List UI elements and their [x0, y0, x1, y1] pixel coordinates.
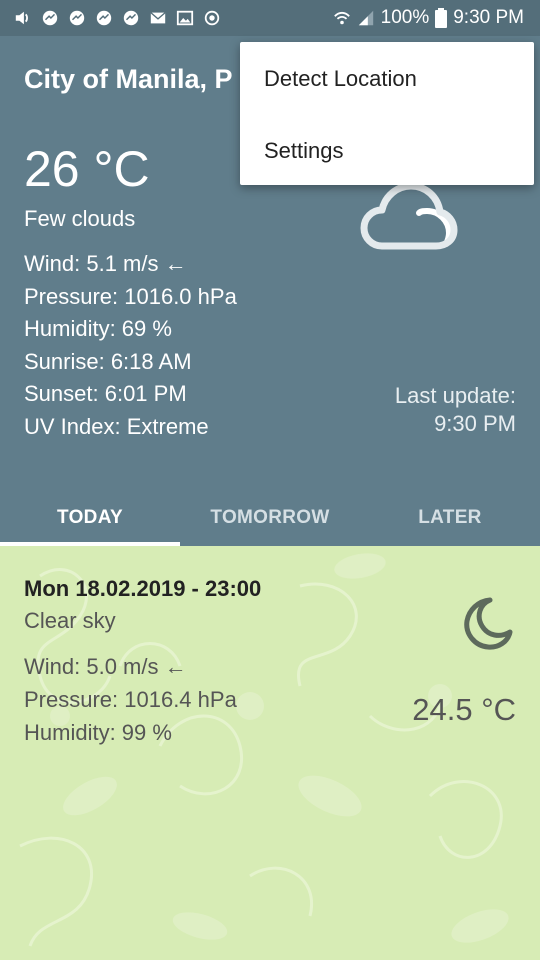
moon-icon [464, 597, 513, 650]
menu-item-detect-location[interactable]: Detect Location [264, 66, 417, 92]
forecast-wind: Wind: 5.0 m/s ← [24, 654, 187, 679]
forecast-description: Clear sky [24, 608, 116, 633]
tab-tomorrow[interactable]: TOMORROW [180, 489, 360, 546]
forecast-details: Wind: 5.0 m/s ← Pressure: 1016.4 hPa Hum… [24, 650, 237, 749]
menu-item-settings[interactable]: Settings [264, 138, 344, 164]
weather-description: Few clouds [24, 206, 136, 231]
forecast-humidity: Humidity: 99 % [24, 720, 172, 745]
city-name[interactable]: City of Manila, P [24, 64, 233, 95]
messenger-icon [69, 10, 85, 26]
signal-icon [358, 10, 373, 26]
mail-icon [150, 12, 166, 24]
wifi-icon [333, 11, 350, 25]
image-icon [176, 10, 194, 26]
sunrise-info: Sunrise: 6:18 AM [24, 348, 192, 374]
clock: 9:30 PM [453, 7, 524, 28]
forecast-pressure: Pressure: 1016.4 hPa [24, 687, 237, 712]
messenger-icon [42, 10, 58, 26]
messenger-icon [96, 10, 112, 26]
status-bar: 100% 9:30 PM [0, 0, 540, 36]
cloud-icon [360, 182, 458, 250]
forecast-date: Mon 18.02.2019 - 23:00 [24, 576, 262, 601]
sunset-info: Sunset: 6:01 PM [24, 381, 187, 406]
volume-icon [15, 11, 28, 25]
pressure-info: Pressure: 1016.0 hPa [24, 283, 237, 309]
sync-icon [204, 10, 220, 26]
overflow-menu: Detect Location Settings [240, 42, 534, 185]
notification-icons [14, 9, 221, 27]
wind-info: Wind: 5.1 m/s ← [24, 251, 187, 276]
uv-index-info: UV Index: Extreme [24, 413, 209, 439]
current-temperature: 26 °C [24, 141, 150, 197]
forecast-list[interactable]: Mon 18.02.2019 - 23:00 Clear sky Wind: 5… [0, 546, 540, 960]
last-update-time: 9:30 PM [434, 411, 516, 436]
forecast-temperature: 24.5 °C [412, 692, 516, 727]
battery-percent: 100% [380, 7, 430, 28]
humidity-info: Humidity: 69 % [24, 316, 172, 341]
forecast-tabs: TODAY TOMORROW LATER [0, 489, 540, 546]
messenger-icon [123, 10, 139, 26]
status-indicators: 100% 9:30 PM [333, 7, 524, 29]
tab-later[interactable]: LATER [360, 489, 540, 546]
battery-icon [435, 8, 448, 28]
last-update-label: Last update: [394, 383, 516, 408]
tab-today[interactable]: TODAY [0, 489, 180, 546]
weather-details: Wind: 5.1 m/s ← Pressure: 1016.0 hPa Hum… [24, 248, 237, 443]
last-update: Last update: 9:30 PM [395, 382, 516, 438]
